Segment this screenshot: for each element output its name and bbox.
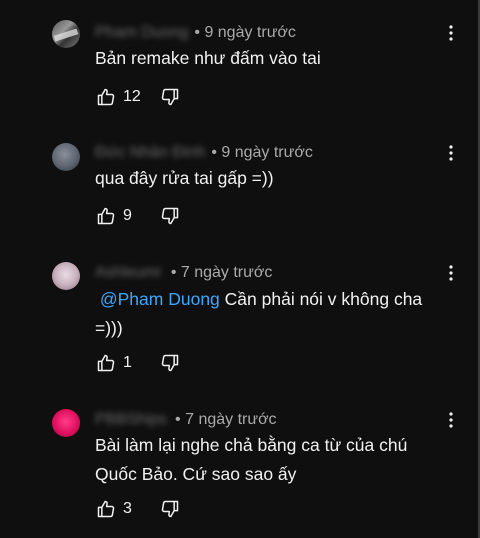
comment-time[interactable]: • 9 ngày trước (194, 24, 296, 42)
avatar[interactable] (52, 409, 80, 437)
comment-actions: 9 (95, 204, 132, 228)
more-vertical-icon (449, 25, 453, 41)
dislike-button[interactable] (159, 205, 181, 227)
comment-body: Bản remake như đấm vào tai (95, 48, 321, 68)
thumb-down-icon (161, 88, 179, 106)
thumb-down-icon (161, 354, 179, 372)
like-button[interactable] (95, 498, 117, 520)
comment-actions: 1 (95, 351, 132, 375)
thumb-up-icon (97, 500, 115, 518)
comment-time[interactable]: • 7 ngày trước (175, 411, 277, 429)
thumb-down-icon (161, 207, 179, 225)
dislike-button[interactable] (159, 352, 181, 374)
comment-body: qua đây rửa tai gấp =)) (95, 168, 274, 188)
like-count: 9 (123, 207, 132, 224)
more-vertical-icon (449, 145, 453, 161)
thumb-up-icon (97, 207, 115, 225)
thumb-down-icon (161, 500, 179, 518)
like-count: 12 (123, 88, 141, 105)
comment-header: Đức Nhân Đinh • 9 ngày trước (95, 142, 313, 164)
comment-body: Bài làm lại nghe chả bằng ca từ của chú … (95, 435, 408, 484)
more-button[interactable] (446, 22, 456, 44)
like-button[interactable] (95, 352, 117, 374)
comment-text: Bài làm lại nghe chả bằng ca từ của chú … (95, 431, 425, 489)
dislike-button[interactable] (159, 86, 181, 108)
author-name[interactable]: Pham Duong (95, 24, 188, 42)
author-name[interactable]: Ashleumi (95, 264, 161, 282)
more-button[interactable] (446, 262, 456, 284)
comment-actions: 3 (95, 497, 132, 521)
like-count: 1 (123, 354, 132, 371)
more-button[interactable] (446, 409, 456, 431)
author-name[interactable]: Đức Nhân Đinh (95, 144, 205, 162)
thumb-up-icon (97, 88, 115, 106)
more-button[interactable] (446, 142, 456, 164)
like-button[interactable] (95, 205, 117, 227)
thumb-up-icon (97, 354, 115, 372)
more-vertical-icon (449, 412, 453, 428)
like-count: 3 (123, 500, 132, 517)
avatar[interactable] (52, 262, 80, 290)
comment-header: Pham Duong • 9 ngày trước (95, 22, 296, 44)
more-vertical-icon (449, 265, 453, 281)
avatar[interactable] (52, 143, 80, 171)
mention-link[interactable]: @Pham Duong (100, 289, 220, 309)
comment-actions: 12 (95, 85, 141, 109)
comment-time[interactable]: • 9 ngày trước (211, 144, 313, 162)
comment-header: Ashleumi • 7 ngày trước (95, 262, 272, 284)
avatar[interactable] (52, 20, 80, 48)
comment-text: @Pham Duong Cần phải nói v không cha =))… (95, 285, 440, 343)
dislike-button[interactable] (159, 498, 181, 520)
like-button[interactable] (95, 86, 117, 108)
comment-header: PBBShips • 7 ngày trước (95, 409, 277, 431)
comment-time[interactable]: • 7 ngày trước (171, 264, 273, 282)
comment-text: Bản remake như đấm vào tai (95, 44, 435, 73)
author-name[interactable]: PBBShips (95, 411, 167, 429)
comment-text: qua đây rửa tai gấp =)) (95, 164, 435, 193)
